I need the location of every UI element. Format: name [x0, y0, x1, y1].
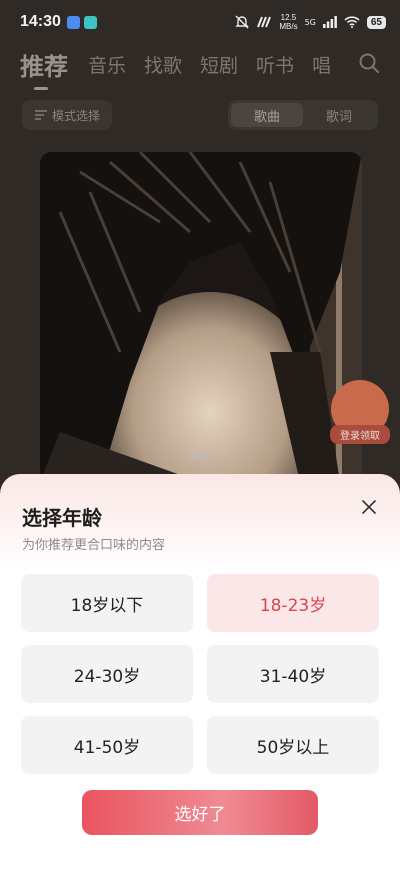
toolbar: 模式选择 歌曲 歌词 [0, 100, 400, 130]
app-notification-icon [66, 15, 80, 29]
age-select-sheet: 选择年龄 为你推荐更合口味的内容 18岁以下 18-23岁 24-30岁 31-… [0, 474, 400, 880]
close-icon[interactable] [358, 496, 380, 518]
segment-lyrics[interactable]: 歌词 [303, 103, 375, 127]
recommended-cover-image[interactable]: ● ● [40, 152, 362, 482]
tab-sing[interactable]: 唱 [312, 51, 331, 78]
battery-indicator: 65 [366, 15, 386, 29]
tab-music[interactable]: 音乐 [88, 51, 126, 78]
age-option-31-40[interactable]: 31-40岁 [207, 645, 379, 703]
mode-select-label: 模式选择 [52, 108, 101, 123]
age-option-18-23[interactable]: 18-23岁 [207, 574, 379, 632]
network-speed: 12.5 MB/s [279, 13, 298, 31]
age-option-over-50[interactable]: 50岁以上 [207, 716, 379, 774]
app-notification-icon [83, 15, 97, 29]
sheet-subtitle: 为你推荐更合口味的内容 [22, 538, 166, 553]
gift-label: 登录领取 [330, 425, 390, 444]
top-nav-tabs: 推荐 音乐 找歌 短剧 听书 唱 [0, 44, 400, 90]
carousel-dots: ● ● [192, 451, 210, 460]
segment-songs[interactable]: 歌曲 [231, 103, 303, 127]
status-bar: 14:30 12.5 MB/s 5G 65 [0, 0, 400, 44]
confirm-button[interactable]: 选好了 [82, 790, 318, 835]
mode-select-button[interactable]: 模式选择 [22, 100, 112, 130]
network-type: 5G [304, 17, 316, 27]
status-time: 14:30 [20, 13, 61, 30]
bell-muted-icon [235, 15, 250, 29]
age-option-24-30[interactable]: 24-30岁 [21, 645, 193, 703]
age-option-under-18[interactable]: 18岁以下 [21, 574, 193, 632]
tab-recommend[interactable]: 推荐 [20, 47, 68, 90]
sheet-title: 选择年龄 [22, 506, 102, 530]
list-filter-icon [35, 110, 47, 120]
search-icon[interactable] [358, 52, 380, 74]
age-option-41-50[interactable]: 41-50岁 [21, 716, 193, 774]
nfc-icon [257, 16, 272, 28]
tab-audiobook[interactable]: 听书 [256, 51, 294, 78]
signal-icon [322, 16, 337, 28]
tab-find-song[interactable]: 找歌 [144, 51, 182, 78]
song-lyrics-toggle: 歌曲 歌词 [228, 100, 378, 130]
tab-short-drama[interactable]: 短剧 [200, 51, 238, 78]
login-gift-button[interactable]: 登录领取 [330, 380, 390, 444]
wifi-icon [344, 16, 360, 28]
cover-photo [40, 152, 362, 482]
